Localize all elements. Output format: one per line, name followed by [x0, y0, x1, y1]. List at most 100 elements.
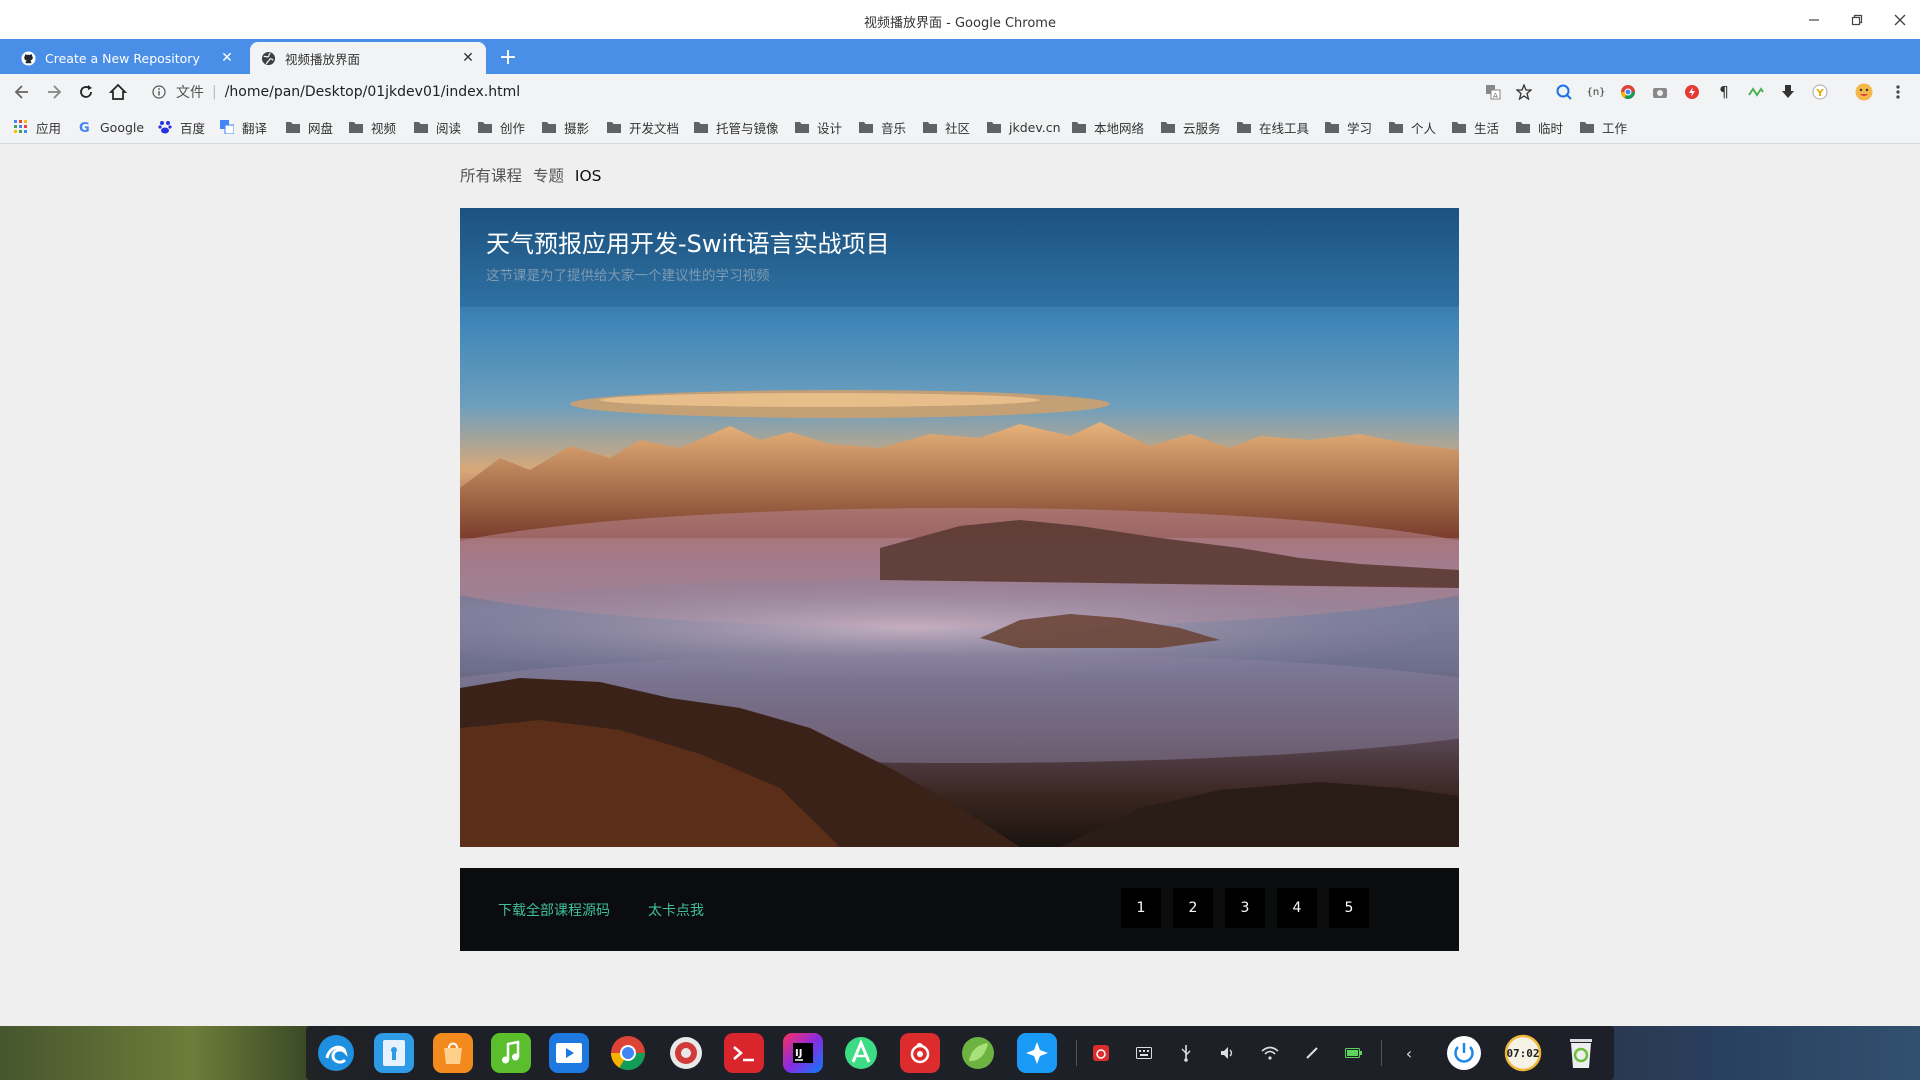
breadcrumb-all-courses[interactable]: 所有课程 — [460, 167, 522, 185]
bookmark-folder-community[interactable]: 社区 — [922, 117, 970, 137]
folder-icon — [922, 120, 938, 134]
tab-close-icon[interactable]: ✕ — [219, 50, 235, 66]
flash-ext-icon[interactable] — [1683, 83, 1701, 101]
wave-ext-icon[interactable] — [1747, 83, 1765, 101]
battery-icon[interactable] — [1345, 1044, 1363, 1062]
url-text[interactable]: /home/pan/Desktop/01jkdev01/index.html — [225, 84, 520, 100]
chrome-ext-icon[interactable] — [1619, 83, 1637, 101]
search-ext-icon[interactable] — [1555, 83, 1573, 101]
github-icon — [20, 50, 36, 66]
wifi-icon[interactable] — [1261, 1044, 1279, 1062]
bookmark-folder-creation[interactable]: 创作 — [477, 117, 525, 137]
download-ext-icon[interactable] — [1779, 83, 1797, 101]
bookmark-folder-video[interactable]: 视频 — [348, 117, 396, 137]
bookmark-translate[interactable]: 翻译 — [219, 117, 267, 137]
tab-close-icon[interactable]: ✕ — [460, 50, 476, 66]
bookmark-folder-personal[interactable]: 个人 — [1388, 117, 1436, 137]
breadcrumb: 所有课程 专题 IOS — [460, 164, 608, 186]
bookmark-star-icon[interactable] — [1515, 83, 1533, 101]
netease-tray-icon[interactable] — [1092, 1044, 1110, 1062]
lag-click-link[interactable]: 太卡点我 — [648, 900, 704, 920]
bookmark-folder-study[interactable]: 学习 — [1324, 117, 1372, 137]
app-store-icon[interactable] — [433, 1033, 473, 1073]
power-icon[interactable] — [1444, 1033, 1484, 1073]
intellij-icon[interactable]: IJ — [783, 1033, 823, 1073]
page-button-2[interactable]: 2 — [1173, 888, 1213, 928]
bookmark-folder-design[interactable]: 设计 — [794, 117, 842, 137]
bookmark-baidu[interactable]: 百度 — [157, 117, 205, 137]
bookmark-folder-cloud[interactable]: 云服务 — [1160, 117, 1221, 137]
reload-icon[interactable] — [74, 80, 98, 104]
lantern-icon[interactable] — [1017, 1033, 1057, 1073]
page-button-4[interactable]: 4 — [1277, 888, 1317, 928]
folder-icon — [1451, 120, 1467, 134]
tab-video-player[interactable]: 视频播放界面 ✕ — [250, 42, 486, 74]
y-ext-icon[interactable]: Y — [1811, 83, 1829, 101]
pen-icon[interactable] — [1303, 1044, 1321, 1062]
page-button-3[interactable]: 3 — [1225, 888, 1265, 928]
spring-icon[interactable] — [958, 1033, 998, 1073]
chrome-icon[interactable] — [608, 1033, 648, 1073]
deepin-launcher-icon[interactable] — [316, 1033, 356, 1073]
bookmark-folder-work[interactable]: 工作 — [1579, 117, 1627, 137]
page-button-5[interactable]: 5 — [1329, 888, 1369, 928]
netease-music-icon[interactable] — [900, 1033, 940, 1073]
window-titlebar: 视频播放界面 - Google Chrome — [0, 0, 1920, 39]
home-icon[interactable] — [106, 80, 130, 104]
keyboard-icon[interactable] — [1135, 1044, 1153, 1062]
bookmark-folder-music[interactable]: 音乐 — [858, 117, 906, 137]
tab-title: 视频播放界面 — [285, 51, 361, 67]
collapse-arrow-icon[interactable]: ‹ — [1400, 1044, 1418, 1063]
music-player-icon[interactable] — [491, 1033, 531, 1073]
folder-icon — [606, 120, 622, 134]
video-player-icon[interactable] — [549, 1033, 589, 1073]
new-tab-button[interactable]: + — [496, 47, 520, 71]
video-title: 天气预报应用开发-Swift语言实战项目 — [486, 230, 890, 258]
file-manager-icon[interactable] — [374, 1033, 414, 1073]
download-source-link[interactable]: 下载全部课程源码 — [498, 900, 610, 920]
bookmark-label: 社区 — [945, 120, 971, 136]
close-icon[interactable] — [1886, 8, 1914, 32]
video-footer-bar: 下载全部课程源码 太卡点我 1 2 3 4 5 — [460, 868, 1459, 951]
restore-icon[interactable] — [1843, 8, 1871, 32]
terminal-icon[interactable] — [724, 1033, 764, 1073]
back-icon[interactable] — [10, 80, 34, 104]
volume-icon[interactable] — [1219, 1044, 1237, 1062]
bookmark-folder-hosting[interactable]: 托管与镜像 — [693, 117, 779, 137]
video-player[interactable]: 天气预报应用开发-Swift语言实战项目 这节课是为了提供给大家一个建议性的学习… — [460, 208, 1459, 847]
address-bar[interactable]: 文件 | /home/pan/Desktop/01jkdev01/index.h… — [140, 78, 1490, 106]
code-ext-icon[interactable]: {n} — [1586, 83, 1605, 101]
trash-icon[interactable] — [1561, 1033, 1601, 1073]
bookmark-apps[interactable]: 应用 — [13, 117, 61, 137]
tray-separator — [1076, 1040, 1077, 1066]
bookmark-folder-online-tools[interactable]: 在线工具 — [1236, 117, 1309, 137]
page-button-1[interactable]: 1 — [1121, 888, 1161, 928]
bookmark-folder-devdocs[interactable]: 开发文档 — [606, 117, 679, 137]
bookmark-google[interactable]: G Google — [77, 117, 144, 137]
breadcrumb-topic[interactable]: 专题 — [533, 167, 564, 185]
bookmark-folder-jkdev[interactable]: jkdev.cn — [986, 117, 1061, 137]
svg-text:A: A — [1493, 92, 1498, 100]
tray-separator — [1381, 1040, 1382, 1066]
bookmark-label: 本地网络 — [1094, 120, 1145, 136]
menu-icon[interactable] — [1889, 83, 1907, 101]
camera-ext-icon[interactable] — [1651, 83, 1669, 101]
settings-icon[interactable] — [666, 1033, 706, 1073]
paragraph-ext-icon[interactable]: ¶ — [1715, 83, 1733, 101]
profile-avatar-icon[interactable] — [1855, 83, 1873, 101]
clock-widget[interactable]: 07:02 — [1503, 1033, 1543, 1073]
bookmark-folder-wangpan[interactable]: 网盘 — [285, 117, 333, 137]
bookmark-folder-life[interactable]: 生活 — [1451, 117, 1499, 137]
usb-icon[interactable] — [1177, 1044, 1195, 1062]
bookmark-folder-localnet[interactable]: 本地网络 — [1071, 117, 1144, 137]
info-icon[interactable] — [150, 83, 168, 101]
minimize-icon[interactable] — [1800, 8, 1828, 32]
tab-create-repository[interactable]: Create a New Repository ✕ — [10, 42, 245, 74]
bookmark-folder-reading[interactable]: 阅读 — [413, 117, 461, 137]
bookmark-folder-temp[interactable]: 临时 — [1515, 117, 1563, 137]
translate-icon[interactable]: A — [1484, 83, 1502, 101]
bookmark-folder-photo[interactable]: 摄影 — [541, 117, 589, 137]
bookmark-label: 托管与镜像 — [716, 120, 779, 136]
android-studio-icon[interactable] — [841, 1033, 881, 1073]
forward-icon[interactable] — [42, 80, 66, 104]
